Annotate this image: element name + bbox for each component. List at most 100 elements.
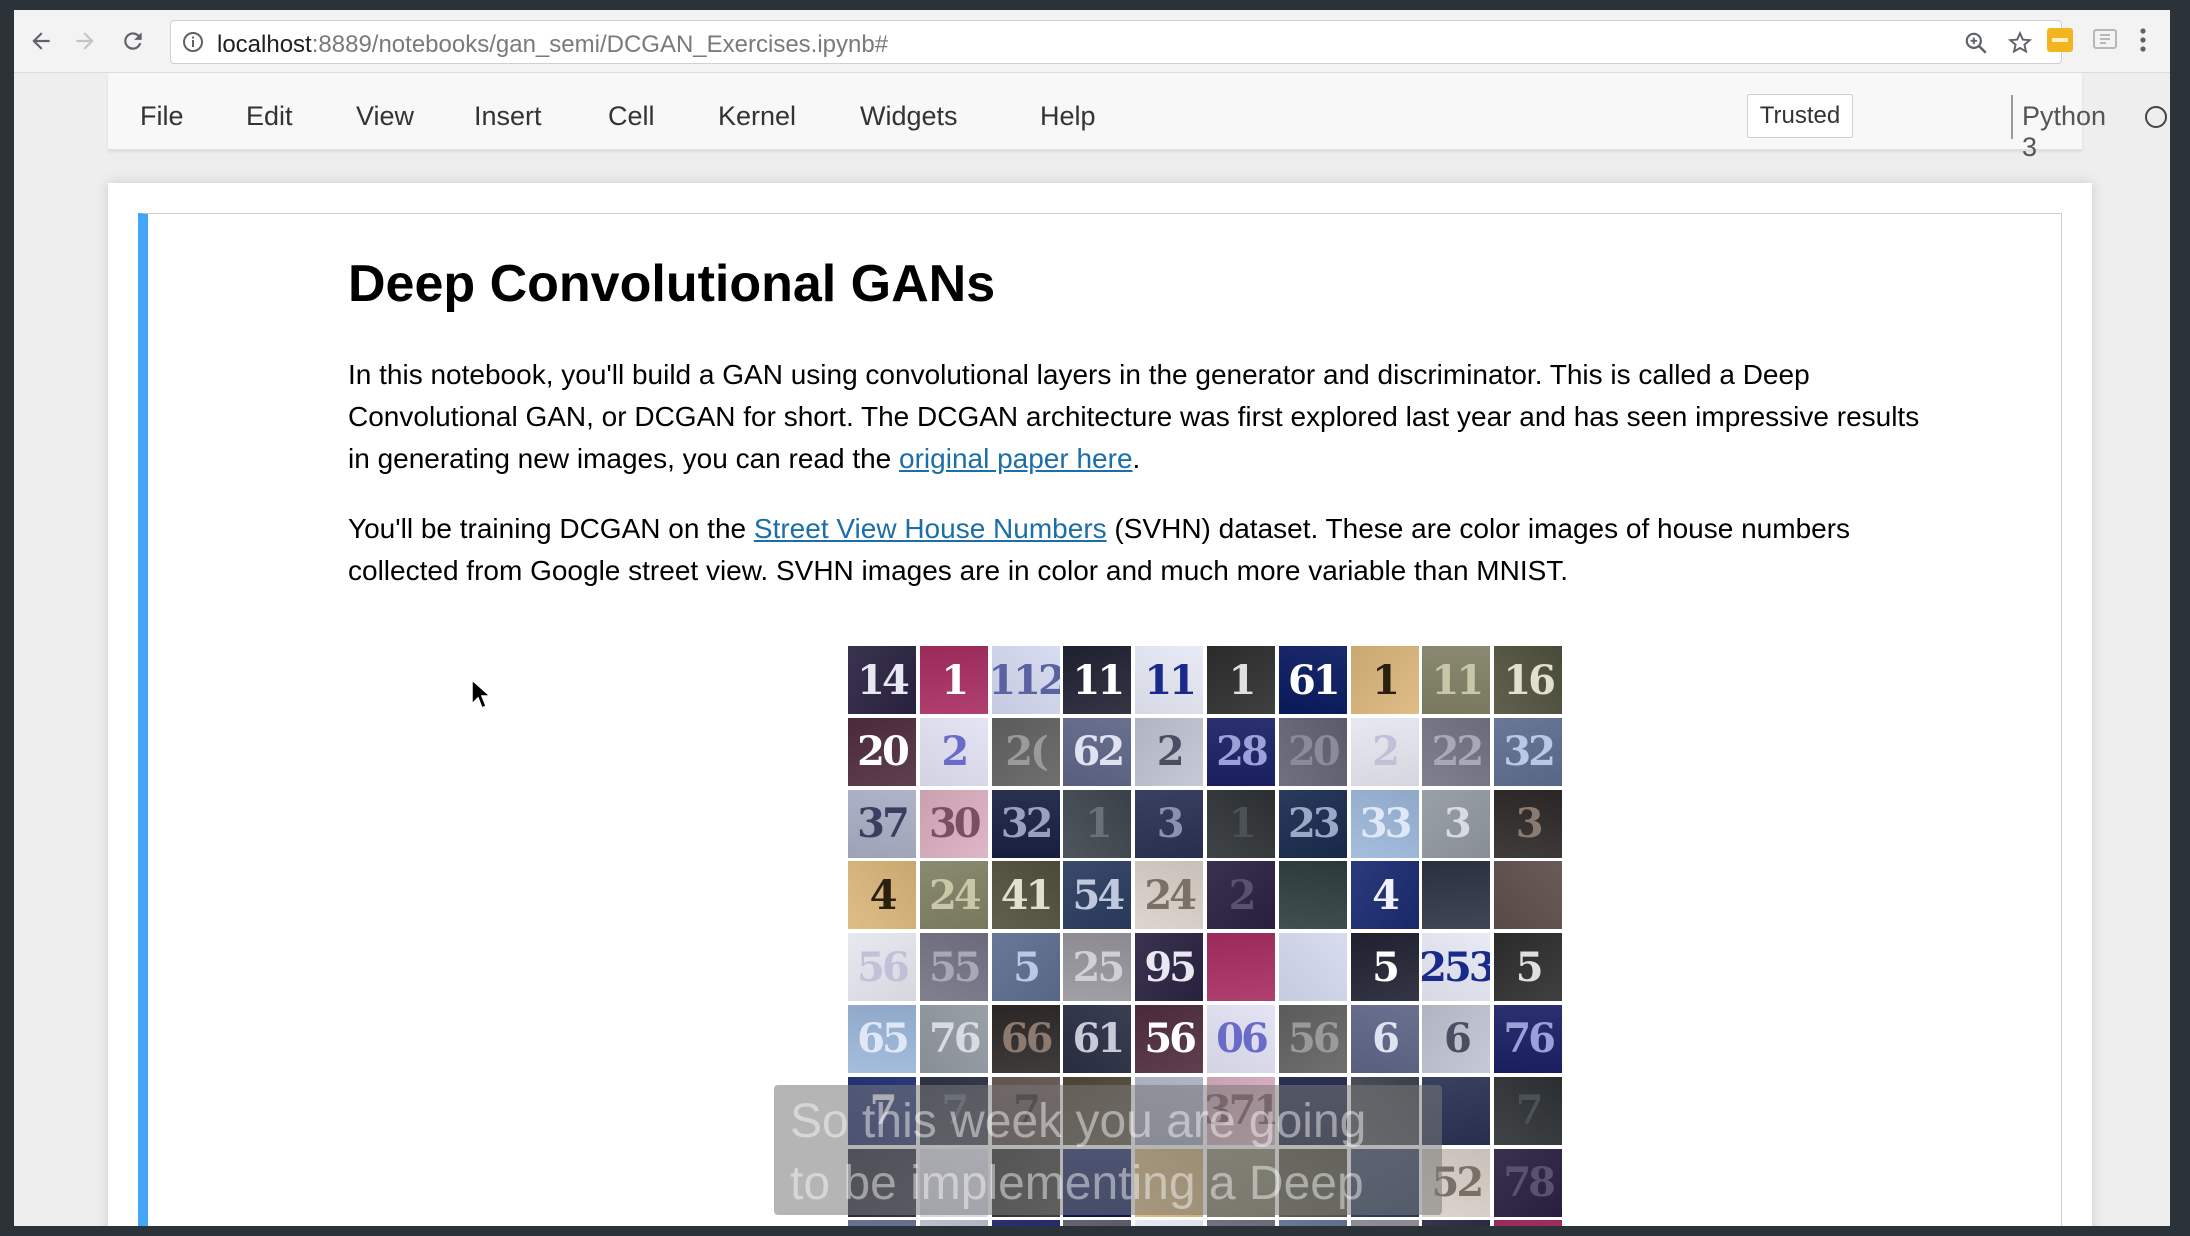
trusted-badge[interactable]: Trusted bbox=[1747, 94, 1853, 138]
svhn-tile: 95 bbox=[1135, 933, 1204, 1002]
svhn-tile: 2 bbox=[1350, 717, 1419, 786]
svhn-tile bbox=[1135, 1220, 1204, 1226]
svhn-tile: 14 bbox=[848, 646, 916, 714]
svhn-tile bbox=[1278, 1220, 1347, 1226]
browser-toolbar: localhost:8889/notebooks/gan_semi/DCGAN_… bbox=[14, 10, 2170, 73]
svhn-tile: 1 bbox=[1206, 646, 1275, 714]
svhn-tile: 78 bbox=[1494, 1148, 1563, 1217]
svhn-paragraph: You'll be training DCGAN on the Street V… bbox=[348, 508, 1850, 592]
svhn-tile: 32 bbox=[991, 789, 1060, 858]
extension-icon[interactable] bbox=[2046, 27, 2074, 58]
svhn-tile: 112 bbox=[991, 646, 1060, 714]
svhn-tile bbox=[848, 1220, 916, 1226]
svhn-tile: 61 bbox=[1278, 646, 1347, 714]
svhn-tile: 62 bbox=[1063, 717, 1132, 786]
svhn-tile: 11 bbox=[1422, 646, 1491, 714]
svhn-tile: 24 bbox=[919, 861, 988, 930]
svhn-tile: 5 bbox=[1494, 933, 1563, 1002]
bookmark-star-icon[interactable] bbox=[2007, 30, 2033, 61]
svhn-tile bbox=[991, 1220, 1060, 1226]
forward-arrow-icon[interactable] bbox=[66, 22, 104, 60]
svhn-tile: 41 bbox=[991, 861, 1060, 930]
markdown-cell[interactable]: Deep Convolutional GANs In this notebook… bbox=[138, 213, 2062, 1226]
svhn-tile: 1 bbox=[1063, 789, 1132, 858]
intro-paragraph: In this notebook, you'll build a GAN usi… bbox=[348, 354, 1919, 480]
svhn-tile bbox=[1278, 861, 1347, 930]
svhn-tile bbox=[919, 1220, 988, 1226]
svhn-tile: 5 bbox=[991, 933, 1060, 1002]
svhn-tile: 16 bbox=[1494, 646, 1563, 714]
svhn-tile: 2 bbox=[1206, 861, 1275, 930]
reload-icon[interactable] bbox=[114, 22, 152, 60]
svhn-tile: 4 bbox=[1350, 861, 1419, 930]
intro-line-3: in generating new images, you can read t… bbox=[348, 443, 900, 474]
zoom-icon[interactable] bbox=[1963, 30, 1989, 61]
svhn-tile: 6 bbox=[1422, 1004, 1491, 1073]
svhn-tile: 2( bbox=[991, 717, 1060, 786]
menu-insert[interactable]: Insert bbox=[474, 101, 542, 132]
menu-edit[interactable]: Edit bbox=[246, 101, 293, 132]
svhn-link[interactable]: Street View House Numbers bbox=[754, 513, 1107, 544]
svhn-tile bbox=[1350, 1220, 1419, 1226]
svhn-tile bbox=[1063, 1220, 1132, 1226]
svhn-tile: 66 bbox=[991, 1004, 1060, 1073]
svhn-tile bbox=[1206, 933, 1275, 1002]
back-arrow-icon[interactable] bbox=[22, 22, 60, 60]
info-icon[interactable] bbox=[181, 30, 205, 59]
menu-widgets[interactable]: Widgets bbox=[860, 101, 958, 132]
svhn-tile: 24 bbox=[1135, 861, 1204, 930]
menu-view[interactable]: View bbox=[356, 101, 414, 132]
address-bar[interactable]: localhost:8889/notebooks/gan_semi/DCGAN_… bbox=[170, 20, 2062, 64]
svhn-tile: 11 bbox=[1063, 646, 1132, 714]
svhn-tile: 6 bbox=[1350, 1004, 1419, 1073]
svhn-tile: 06 bbox=[1206, 1004, 1275, 1073]
menu-help[interactable]: Help bbox=[1040, 101, 1096, 132]
url-text: localhost:8889/notebooks/gan_semi/DCGAN_… bbox=[217, 31, 888, 59]
original-paper-link[interactable]: original paper here bbox=[899, 443, 1133, 474]
svhn-tile: 54 bbox=[1063, 861, 1132, 930]
svhn-tile: 32 bbox=[1494, 717, 1563, 786]
svhn-tile bbox=[1206, 1220, 1275, 1226]
svhn-tile: 9 bbox=[1494, 1220, 1563, 1226]
svhn-tile: 1 bbox=[919, 646, 988, 714]
intro-line-1: In this notebook, you'll build a GAN usi… bbox=[348, 359, 1810, 390]
svhn-tile: 20 bbox=[848, 717, 916, 786]
kernel-idle-indicator-icon bbox=[2145, 106, 2167, 128]
caption-line-2: to be implementing a Deep bbox=[790, 1157, 1364, 1210]
svhn-line-2: collected from Google street view. SVHN … bbox=[348, 555, 1569, 586]
svhn-tile: 11 bbox=[1135, 646, 1204, 714]
intro-line-2: Convolutional GAN, or DCGAN for short. T… bbox=[348, 401, 1920, 432]
url-path: :8889/notebooks/gan_semi/DCGAN_Exercises… bbox=[311, 31, 889, 58]
kernel-name[interactable]: Python 3 bbox=[2022, 101, 2106, 163]
url-host: localhost bbox=[217, 31, 312, 58]
menu-kernel[interactable]: Kernel bbox=[718, 101, 796, 132]
svhn-tile: 1 bbox=[1350, 646, 1419, 714]
kernel-separator bbox=[2011, 95, 2013, 139]
svhn-tile: 22 bbox=[1422, 717, 1491, 786]
svhn-tile: 4 bbox=[848, 861, 916, 930]
svhn-tile: 65 bbox=[848, 1004, 916, 1073]
reader-icon[interactable] bbox=[2092, 27, 2118, 56]
svhn-tile: 76 bbox=[1494, 1004, 1563, 1073]
svhn-tile: 28 bbox=[1206, 717, 1275, 786]
svhn-tile: 37 bbox=[848, 789, 916, 858]
rendered-markdown: Deep Convolutional GANs In this notebook… bbox=[348, 254, 2008, 586]
svhn-tile bbox=[1278, 933, 1347, 1002]
svhn-tile: 1 bbox=[1206, 789, 1275, 858]
svhn-tile: 7 bbox=[1494, 1076, 1563, 1145]
notebook-container: Deep Convolutional GANs In this notebook… bbox=[108, 183, 2092, 1226]
more-vert-icon[interactable] bbox=[2138, 27, 2148, 58]
intro-end: . bbox=[1132, 443, 1141, 474]
menu-file[interactable]: File bbox=[140, 101, 184, 132]
svhn-tile: 56 bbox=[1278, 1004, 1347, 1073]
menu-cell[interactable]: Cell bbox=[608, 101, 655, 132]
svhn-tile bbox=[1422, 861, 1491, 930]
svhn-tile: 253 bbox=[1422, 933, 1491, 1002]
notebook-menubar: File Edit View Insert Cell Kernel Widget… bbox=[108, 73, 2167, 162]
heading-title: Deep Convolutional GANs bbox=[348, 255, 996, 313]
browser-window: localhost:8889/notebooks/gan_semi/DCGAN_… bbox=[14, 10, 2170, 1226]
svhn-tile: 56 bbox=[848, 933, 916, 1002]
svhn-tile: 2 bbox=[919, 717, 988, 786]
svhn-line-1a: You'll be training DCGAN on the bbox=[348, 513, 754, 544]
mouse-pointer-icon bbox=[471, 678, 492, 710]
